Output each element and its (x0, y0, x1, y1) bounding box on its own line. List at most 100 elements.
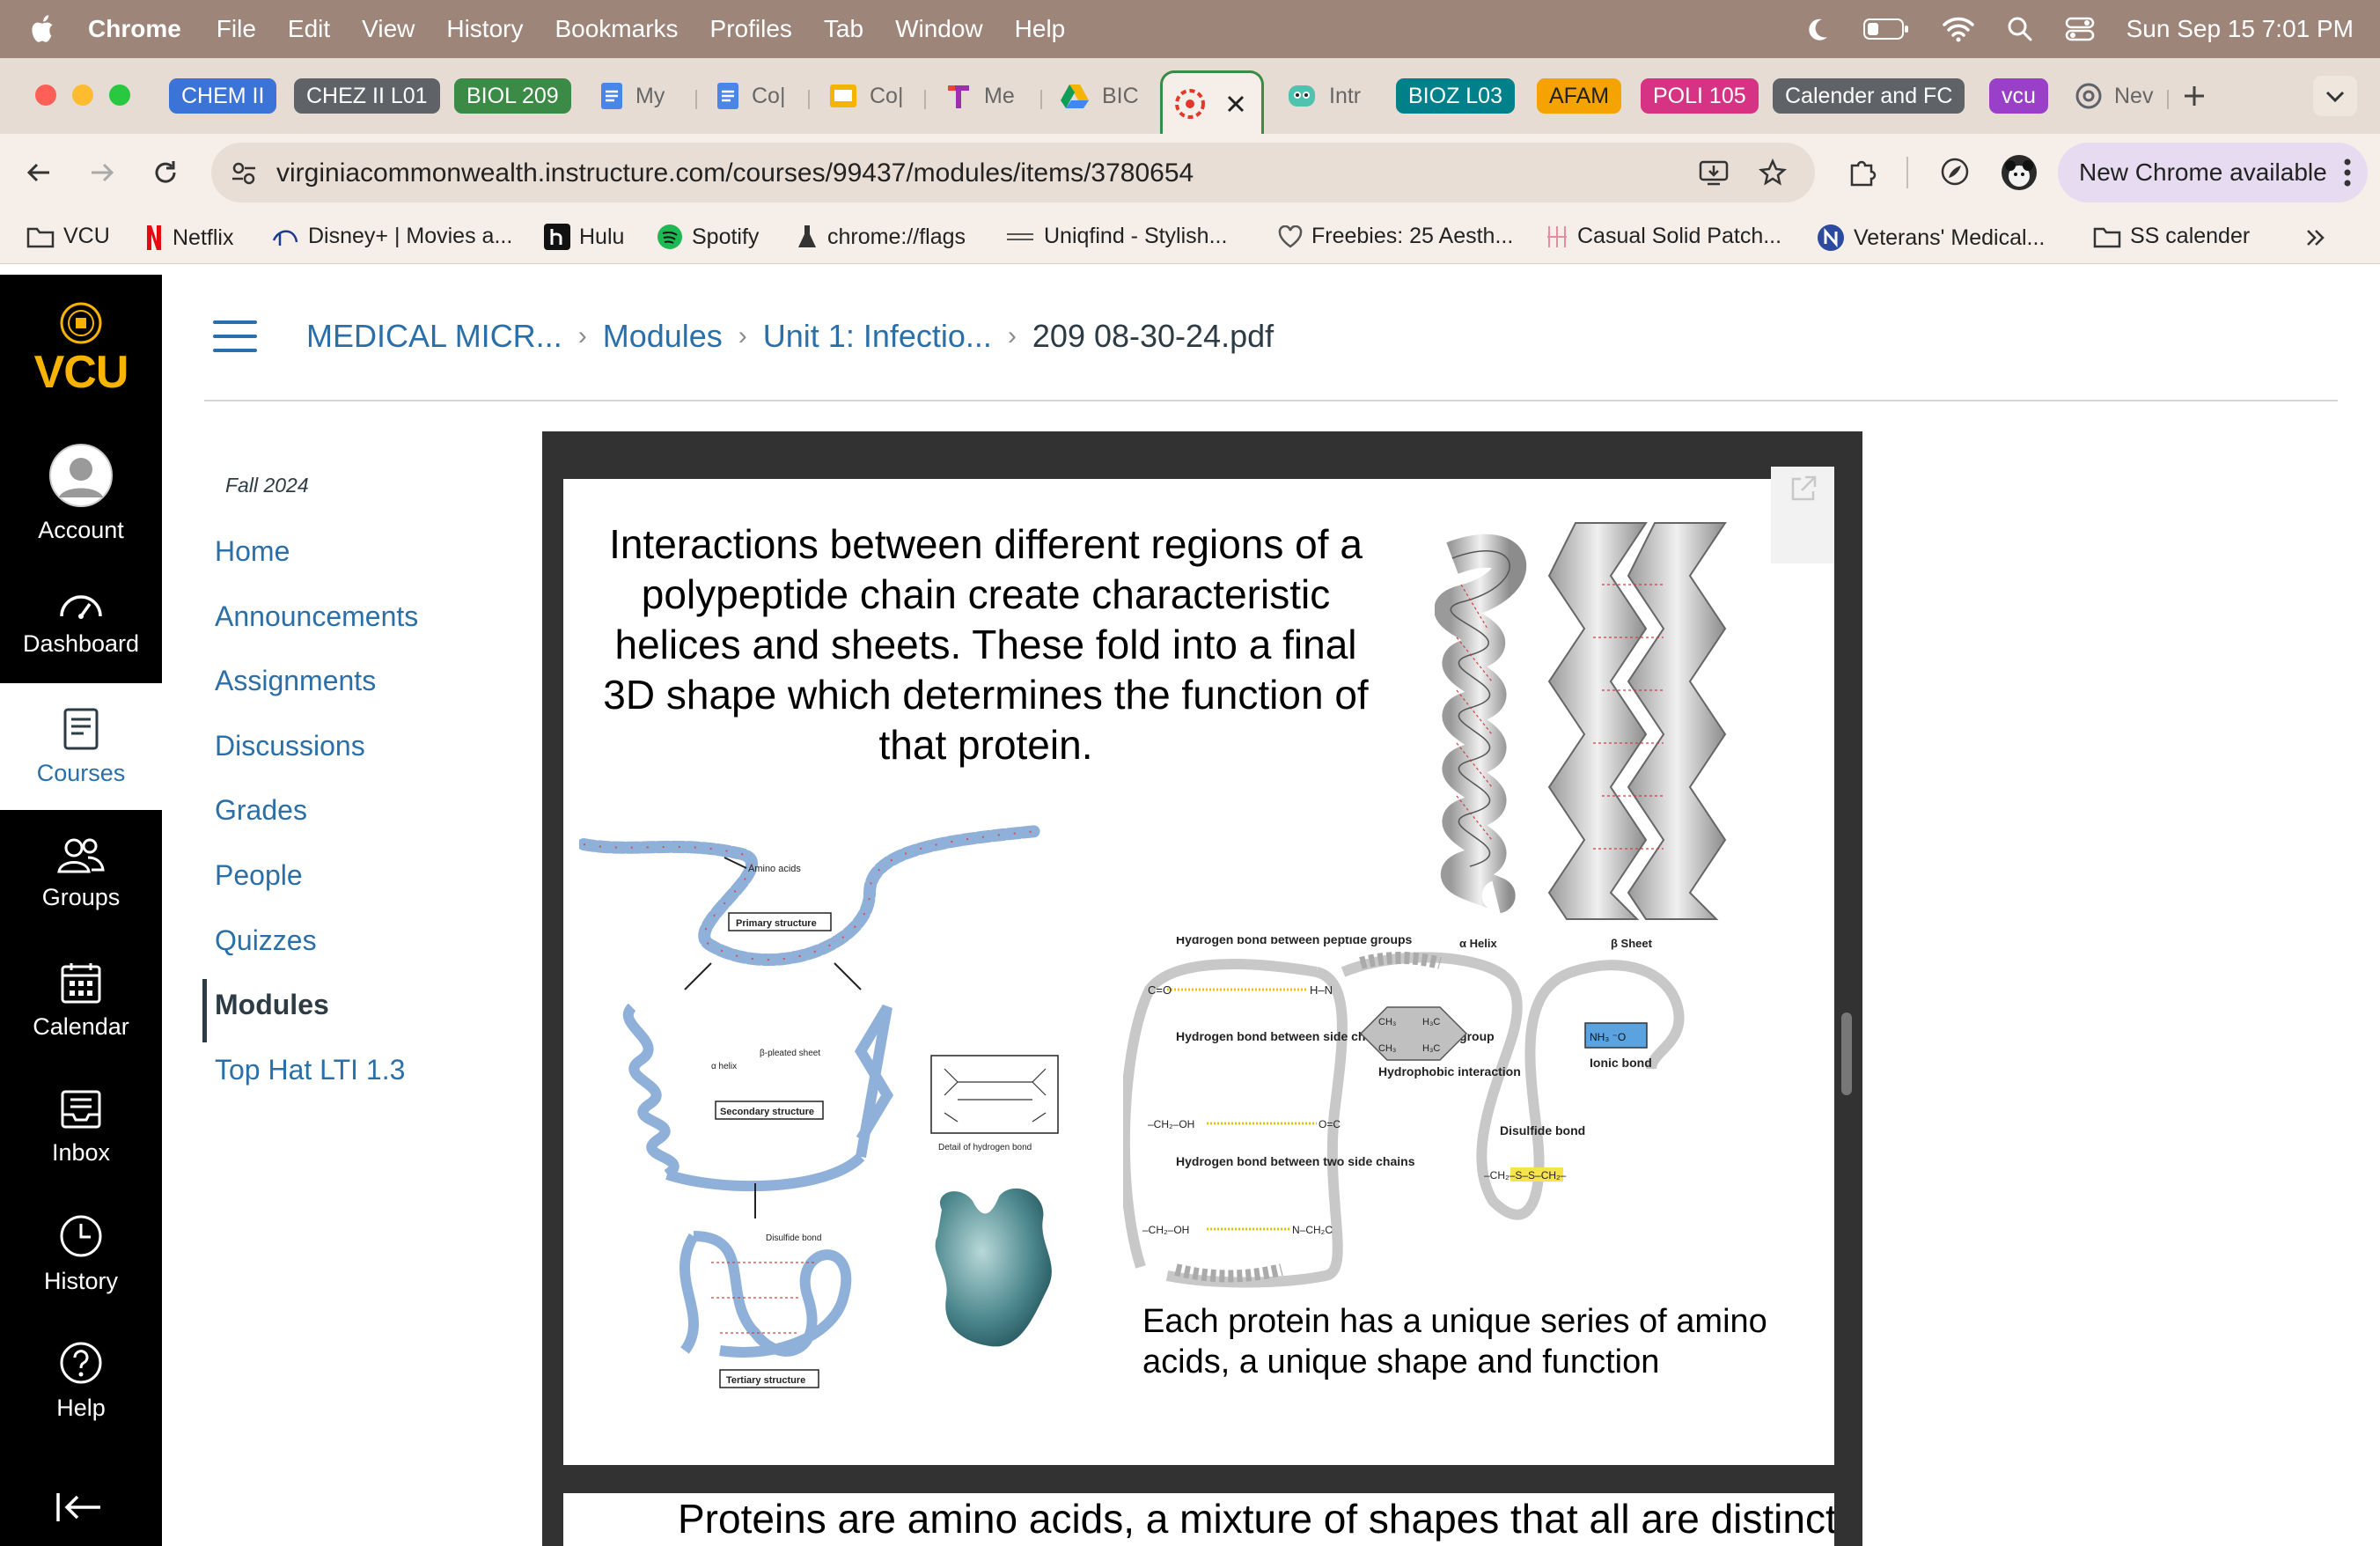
install-app-icon[interactable] (1699, 158, 1729, 187)
course-nav-modules[interactable]: Modules (215, 989, 329, 1021)
extension-leaf-icon[interactable] (1940, 157, 1970, 187)
menu-app-name[interactable]: Chrome (88, 15, 181, 43)
course-nav-assignments[interactable]: Assignments (215, 665, 376, 697)
tab-docs-my[interactable]: My (600, 76, 665, 116)
menu-window[interactable]: Window (895, 15, 983, 43)
more-vert-icon[interactable] (2343, 158, 2352, 188)
tab-title: Co| (752, 83, 786, 108)
bookmark-uniqfind[interactable]: Uniqfind - Stylish... (1005, 224, 1227, 249)
vcu-logo[interactable]: VCU (0, 301, 162, 407)
course-nav-top-hat[interactable]: Top Hat LTI 1.3 (215, 1054, 405, 1086)
nav-history[interactable]: History (0, 1190, 162, 1317)
close-tab-icon[interactable] (1226, 94, 1245, 114)
nav-groups[interactable]: Groups (0, 810, 162, 937)
browser-toolbar: virginiacommonwealth.instructure.com/cou… (0, 134, 2380, 211)
course-menu-toggle[interactable] (213, 320, 257, 352)
menu-bookmarks[interactable]: Bookmarks (555, 15, 678, 43)
bookmark-vcu[interactable]: VCU (26, 224, 110, 249)
tab-me[interactable]: Me (945, 76, 1015, 116)
bookmark-veterans-medical[interactable]: Veterans' Medical... (1817, 224, 2045, 252)
new-chrome-available-button[interactable]: New Chrome available (2058, 143, 2368, 202)
nav-inbox[interactable]: Inbox (0, 1064, 162, 1190)
update-label: New Chrome available (2079, 158, 2327, 186)
tab-group-afam[interactable]: AFAM (1537, 78, 1622, 114)
back-arrow-icon[interactable] (25, 158, 53, 187)
bookmark-label: Disney+ | Movies a... (308, 224, 513, 248)
tab-group-bioz-l03[interactable]: BIOZ L03 (1396, 78, 1515, 114)
extensions-puzzle-icon[interactable] (1847, 157, 1877, 187)
bookmark-disney[interactable]: Disney+ | Movies a... (271, 224, 512, 249)
apple-logo-icon[interactable] (25, 11, 62, 48)
close-window-button[interactable] (35, 85, 56, 106)
bookmark-hulu[interactable]: Hulu (544, 224, 624, 250)
tab-group-chez-ii-l01[interactable]: CHEZ II L01 (294, 78, 440, 114)
menubar-clock[interactable]: Sun Sep 15 7:01 PM (2127, 15, 2354, 43)
profile-avatar[interactable] (2002, 155, 2037, 190)
bookmark-star-icon[interactable] (1759, 158, 1787, 187)
bookmark-freebies[interactable]: Freebies: 25 Aesth... (1278, 224, 1513, 249)
course-nav-announcements[interactable]: Announcements (215, 600, 418, 633)
bookmark-ss-calender[interactable]: SS calender (2093, 224, 2250, 249)
pdf-scrollbar-thumb[interactable] (1841, 1012, 1852, 1095)
tab-new-tab-page[interactable]: Nev (2075, 76, 2153, 116)
tab-group-biol-209[interactable]: BIOL 209 (454, 78, 571, 114)
course-nav-people[interactable]: People (215, 859, 303, 892)
tab-separator (1040, 90, 1042, 109)
site-settings-icon[interactable] (231, 160, 257, 187)
menu-file[interactable]: File (217, 15, 256, 43)
tab-slides-co[interactable]: Co| (829, 76, 903, 116)
menu-tab[interactable]: Tab (824, 15, 863, 43)
menu-view[interactable]: View (362, 15, 415, 43)
spotlight-search-icon[interactable] (2007, 16, 2033, 42)
bookmark-label: chrome://flags (827, 224, 966, 249)
bookmark-chrome-flags[interactable]: chrome://flags (796, 224, 966, 250)
menu-edit[interactable]: Edit (288, 15, 330, 43)
course-nav-home[interactable]: Home (215, 535, 290, 568)
tab-active[interactable] (1160, 70, 1264, 134)
tab-docs-co[interactable]: Co| (716, 76, 785, 116)
address-bar[interactable]: virginiacommonwealth.instructure.com/cou… (211, 143, 1815, 202)
menu-profiles[interactable]: Profiles (710, 15, 792, 43)
tab-search-button[interactable] (2313, 76, 2357, 116)
breadcrumb-modules[interactable]: Modules (603, 318, 723, 355)
url-text[interactable]: virginiacommonwealth.instructure.com/cou… (276, 158, 1194, 188)
tab-group-poli-105[interactable]: POLI 105 (1641, 78, 1759, 114)
battery-icon[interactable] (1862, 17, 1910, 41)
tab-intr[interactable]: Intr (1287, 76, 1361, 116)
breadcrumb-course[interactable]: MEDICAL MICR... (306, 318, 562, 355)
new-tab-plus-icon[interactable] (2183, 85, 2206, 107)
slides-icon (830, 85, 856, 107)
nav-calendar[interactable]: Calendar (0, 937, 162, 1064)
minimize-window-button[interactable] (72, 85, 93, 106)
nav-dashboard[interactable]: Dashboard (0, 556, 162, 683)
control-center-icon[interactable] (2065, 16, 2095, 42)
menu-history[interactable]: History (446, 15, 523, 43)
reload-icon[interactable] (151, 158, 180, 187)
tab-drive-bic[interactable]: BIC (1060, 76, 1139, 116)
course-nav-discussions[interactable]: Discussions (215, 730, 365, 762)
nav-help[interactable]: Help (0, 1317, 162, 1444)
pdf-popout-button[interactable] (1771, 467, 1834, 563)
tab-group-vcu[interactable]: vcu (1989, 78, 2048, 114)
c-o-group: C=O (1148, 983, 1172, 997)
course-nav-grades[interactable]: Grades (215, 794, 307, 827)
disulfide-label: Disulfide bond (1500, 1123, 1585, 1137)
zoom-window-button[interactable] (109, 85, 130, 106)
bookmark-casual-solid[interactable]: Casual Solid Patch... (1546, 224, 1781, 249)
nav-account[interactable]: Account (0, 430, 162, 556)
menu-help[interactable]: Help (1015, 15, 1066, 43)
collapse-nav-icon[interactable] (55, 1490, 104, 1525)
course-nav-quizzes[interactable]: Quizzes (215, 924, 317, 957)
nav-courses[interactable]: Courses (0, 683, 162, 810)
forward-arrow-icon[interactable] (88, 158, 116, 187)
moon-icon[interactable] (1804, 16, 1831, 42)
wifi-icon[interactable] (1942, 16, 1975, 42)
bookmark-netflix[interactable]: Netflix (144, 224, 233, 252)
tab-group-chem-ii[interactable]: CHEM II (169, 78, 277, 114)
more-bookmarks-chevron-icon[interactable] (2304, 227, 2327, 248)
tab-title: Intr (1329, 83, 1362, 108)
breadcrumb-unit[interactable]: Unit 1: Infectio... (763, 318, 992, 355)
bookmark-spotify[interactable]: Spotify (657, 224, 759, 250)
flask-icon (798, 225, 816, 247)
tab-group-calender-and-fc[interactable]: Calender and FC (1773, 78, 1965, 114)
